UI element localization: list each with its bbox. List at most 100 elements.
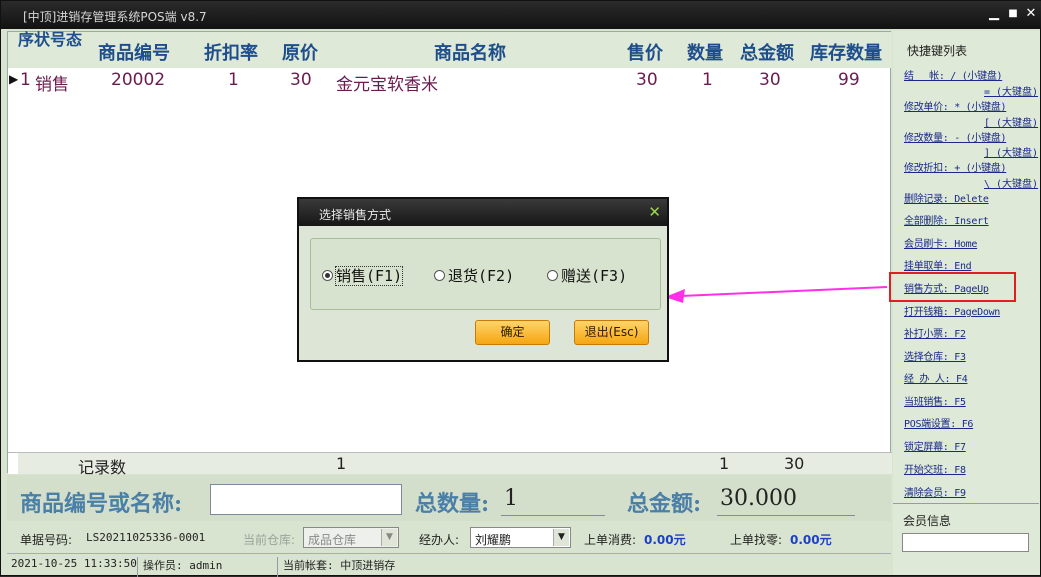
shortcut-member-card[interactable]: 会员刷卡: Home [904,235,977,250]
total-amount-underline [717,515,855,516]
dialog-title: 选择销售方式 [319,208,392,222]
dialog-close-button[interactable]: ✕ [648,203,661,221]
maximize-button[interactable]: ■ [1004,5,1022,23]
col-price: 售价 [627,43,663,64]
status-bar: 2021-10-25 11:33:50 操作员: admin 当前帐套: 中顶进… [7,553,891,577]
order-no-label: 单据号码: [20,533,73,547]
row-discount: 1 [228,70,239,90]
status-account: 当前帐套: 中顶进销存 [283,559,396,572]
agent-select[interactable]: 刘耀鹏 ▼ [470,527,571,548]
warehouse-select[interactable]: 成品仓库 ▼ [303,527,399,548]
radio-unchecked-icon [547,270,558,281]
pointer-arrow-line [680,286,888,297]
total-amount-label: 总金额: [627,491,702,517]
radio-sale[interactable]: 销售(F1) [322,265,404,286]
shortcut-warehouse[interactable]: 选择仓库: F3 [904,348,966,363]
row-pointer-icon: ▶ [9,72,19,86]
total-qty-label: 总数量: [415,491,490,517]
shortcut-edit-discount-alt[interactable]: \ (大键盘) [984,175,1038,190]
shortcut-reprint[interactable]: 补打小票: F2 [904,325,966,340]
row-orig-price: 30 [290,70,312,90]
radio-unchecked-icon [434,270,445,281]
status-operator: 操作员: admin [143,559,223,572]
last-spend-value: 0.00元 [644,533,686,547]
col-stock: 库存数量 [810,43,882,64]
last-change-label: 上单找零: [730,533,783,547]
total-qty-underline [501,515,605,516]
shortcut-panel: 快捷键列表 结 帐: / (小键盘) = (大键盘) 修改单价: * (小键盘)… [893,31,1040,575]
footer-total-sum: 30 [784,454,805,473]
shortcut-delete-all[interactable]: 全部删除: Insert [904,212,989,227]
shortcut-shift-sales[interactable]: 当班销售: F5 [904,393,966,408]
col-seq-status: 序状号态 [18,30,83,49]
shortcut-handover[interactable]: 开始交班: F8 [904,461,966,476]
status-divider [277,557,278,577]
ok-button[interactable]: 确定 [475,320,550,345]
total-qty-value: 1 [504,486,518,511]
pos-window: [中顶]进销存管理系统POS端 v8.7 ▁ ■ ✕ 序状号态 商品编号 折扣率… [0,0,1041,577]
sale-mode-group: 销售(F1) 退货(F2) 赠送(F3) [310,238,661,310]
sale-mode-highlight [889,272,1016,302]
col-total: 总金额 [740,43,794,64]
warehouse-label: 当前仓库: [243,533,296,547]
sale-mode-dialog: 选择销售方式 ✕ 销售(F1) 退货(F2) 赠送(F3) 确定 退出(Esc) [297,197,669,362]
status-divider [137,557,138,577]
radio-gift[interactable]: 赠送(F3) [547,265,628,286]
chevron-down-icon: ▼ [381,529,397,546]
chevron-down-icon: ▼ [553,529,569,546]
minimize-button[interactable]: ▁ [985,5,1003,23]
shortcut-open-drawer[interactable]: 打开钱箱: PageDown [904,303,1000,318]
shortcut-hold-order[interactable]: 挂单取单: End [904,257,972,272]
member-info-label: 会员信息 [903,514,952,528]
grid-footer: 记录数 1 1 30 [8,452,892,477]
col-code: 商品编号 [98,43,170,64]
col-name: 商品名称 [434,43,506,64]
dialog-title-bar: 选择销售方式 ✕ [299,199,667,226]
footer-qty-sum: 1 [719,454,730,473]
total-amount-value: 30.000 [720,486,797,511]
col-qty: 数量 [687,43,723,64]
shortcut-edit-price-alt[interactable]: [ (大键盘) [984,114,1038,129]
radio-return-label: 退货(F2) [448,267,515,285]
radio-checked-icon [322,270,333,281]
status-datetime: 2021-10-25 11:33:50 [11,557,137,570]
close-button[interactable]: ✕ [1022,5,1040,23]
row-seq: 1 [20,70,31,90]
panel-divider [893,503,1039,504]
last-spend-label: 上单消费: [584,533,637,547]
radio-sale-label: 销售(F1) [335,266,404,286]
shortcut-edit-price[interactable]: 修改单价: * (小键盘) [904,98,1007,113]
shortcut-lock-screen[interactable]: 锁定屏幕: F7 [904,438,966,453]
shortcut-checkout-alt[interactable]: = (大键盘) [984,83,1038,98]
shortcut-edit-qty[interactable]: 修改数量: - (小键盘) [904,129,1007,144]
shortcut-title: 快捷键列表 [907,44,968,58]
shortcut-delete[interactable]: 删除记录: Delete [904,190,989,205]
row-qty: 1 [702,70,713,90]
row-total: 30 [759,70,781,90]
row-stock: 99 [838,70,860,90]
footer-indicator [8,453,18,474]
order-no-value: LS20211025336-0001 [86,531,206,544]
radio-gift-label: 赠送(F3) [561,267,628,285]
exit-button[interactable]: 退出(Esc) [574,320,649,345]
code-search-input[interactable] [210,484,402,515]
shortcut-edit-discount[interactable]: 修改折扣: + (小键盘) [904,159,1007,174]
col-orig-price: 原价 [282,43,318,64]
col-discount: 折扣率 [204,43,258,64]
member-info-field[interactable] [902,533,1029,552]
shortcut-clear-member[interactable]: 清除会员: F9 [904,484,966,499]
row-code: 20002 [111,70,166,90]
totals-bar: 商品编号或名称: 总数量: 1 总金额: 30.000 [7,475,891,521]
shortcut-agent[interactable]: 经 办 人: F4 [904,370,968,385]
row-name: 金元宝软香米 [336,75,438,95]
row-status: 销售 [35,75,69,95]
code-search-label: 商品编号或名称: [20,491,183,517]
pointer-arrow [665,286,888,303]
shortcut-edit-qty-alt[interactable]: ] (大键盘) [984,144,1038,159]
agent-value: 刘耀鹏 [475,533,512,547]
shortcut-pos-settings[interactable]: POS端设置: F6 [904,415,973,430]
radio-return[interactable]: 退货(F2) [434,265,515,286]
footer-count: 1 [336,454,347,473]
table-row[interactable]: ▶ 1 销售 20002 1 30 金元宝软香米 30 1 30 99 [8,68,892,95]
shortcut-checkout[interactable]: 结 帐: / (小键盘) [904,67,1003,82]
